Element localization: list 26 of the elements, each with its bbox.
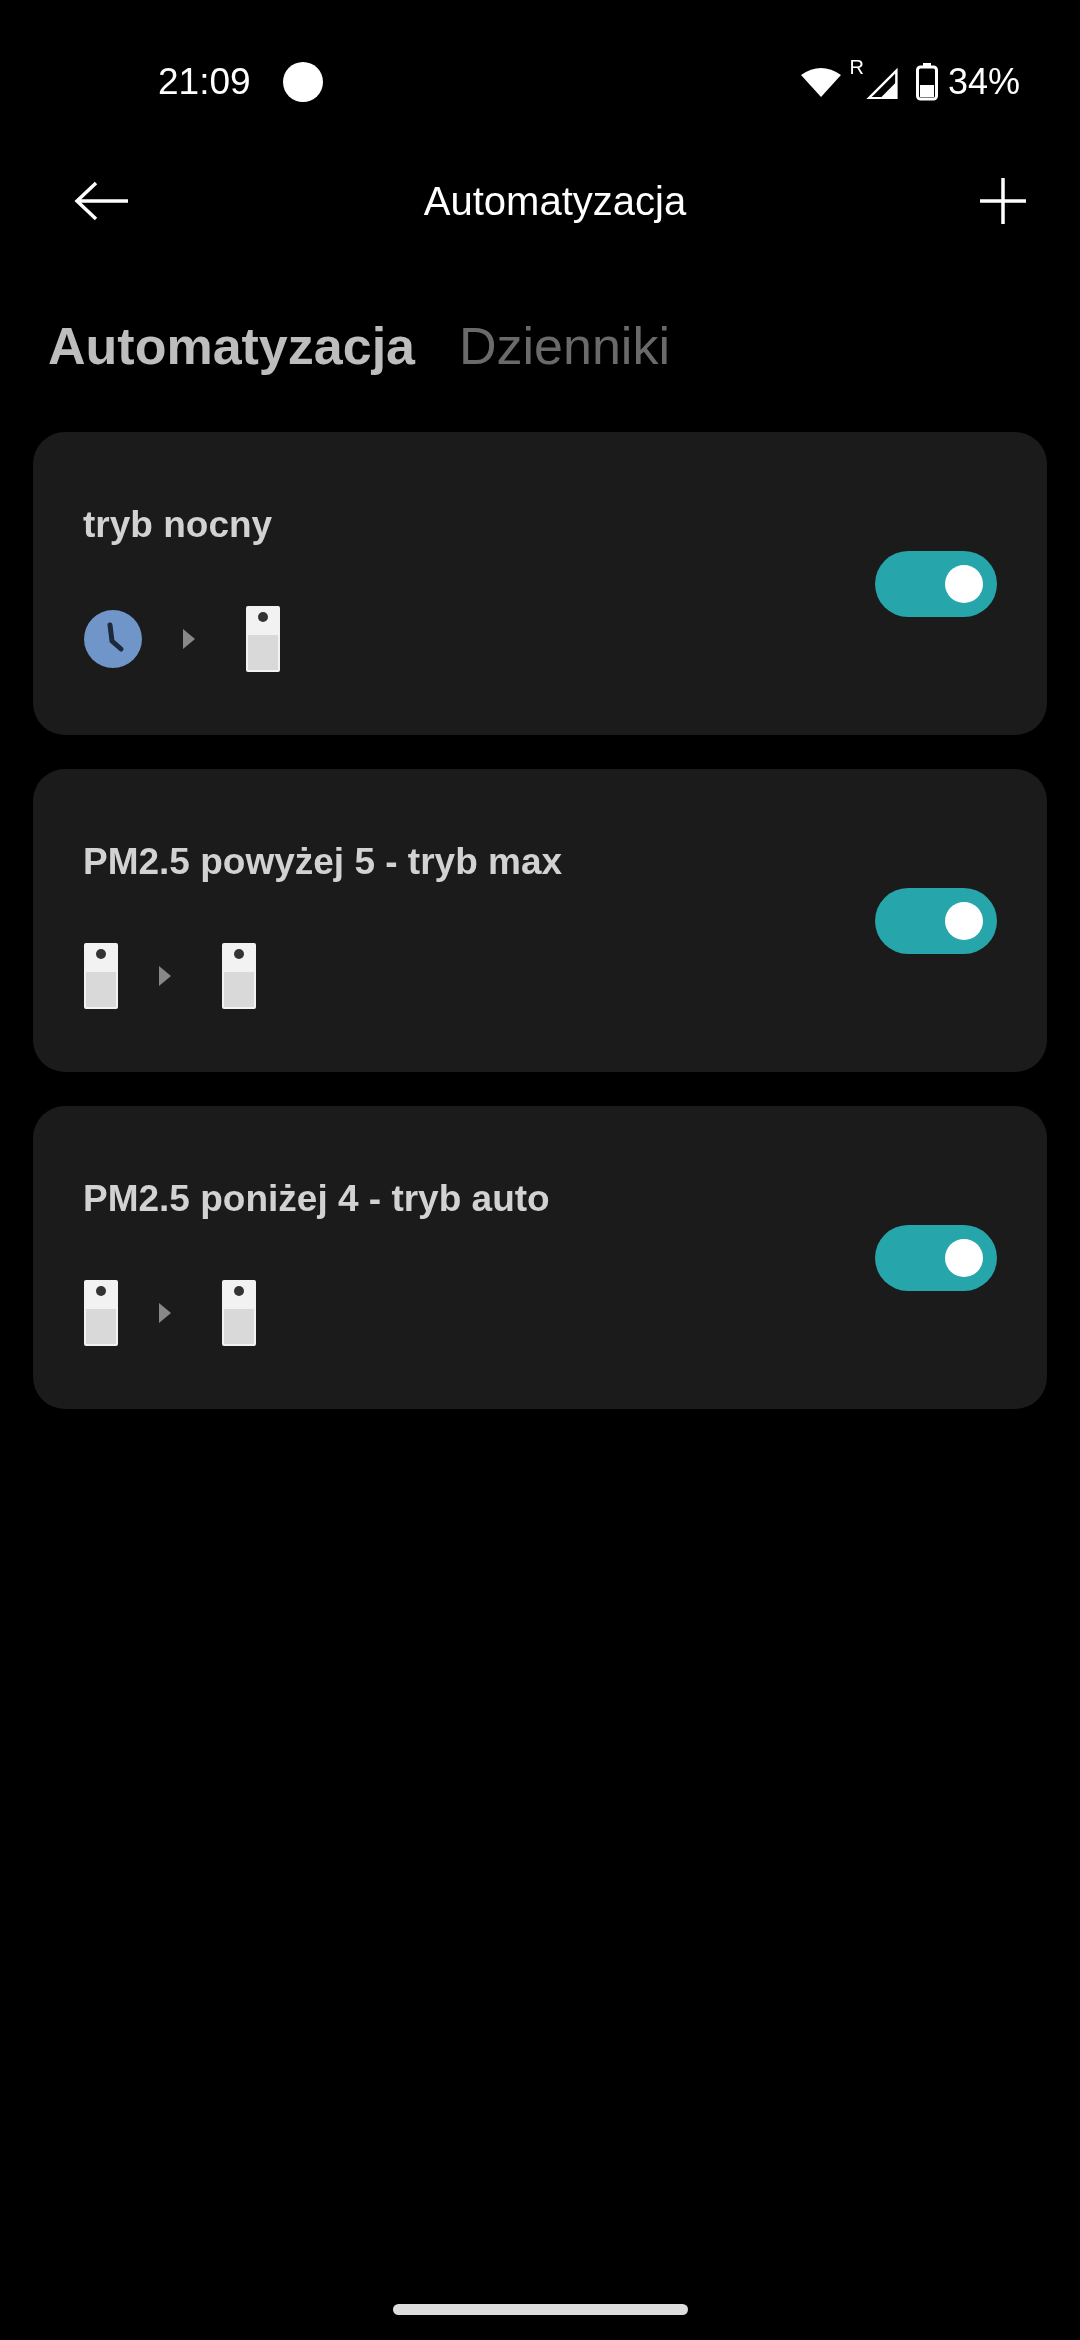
air-purifier-icon (245, 604, 281, 673)
add-icon[interactable] (980, 178, 1026, 224)
battery-icon (915, 63, 938, 101)
automation-name: PM2.5 powyżej 5 - tryb max (83, 840, 564, 883)
back-arrow-icon[interactable] (74, 181, 130, 221)
automation-card[interactable]: PM2.5 powyżej 5 - tryb max (33, 769, 1047, 1072)
air-purifier-icon (221, 1278, 257, 1347)
automation-card[interactable]: PM2.5 poniżej 4 - tryb auto (33, 1106, 1047, 1409)
battery-percentage: 34% (947, 61, 1020, 103)
status-time: 21:09 (158, 61, 251, 103)
roaming-indicator: R (849, 56, 864, 79)
arrow-right-icon (159, 965, 171, 986)
screen-title: Automatyzacja (423, 178, 687, 224)
automation-name: tryb nocny (83, 503, 274, 546)
automation-name: PM2.5 poniżej 4 - tryb auto (83, 1177, 551, 1220)
tab[interactable]: Dzienniki (459, 316, 670, 376)
arrow-right-icon (183, 628, 195, 649)
automation-card[interactable]: tryb nocny (33, 432, 1047, 735)
notification-dot-icon (282, 62, 323, 102)
arrow-right-icon (159, 1302, 171, 1323)
clock-icon (83, 608, 143, 669)
air-purifier-icon (221, 941, 257, 1010)
air-purifier-icon (83, 941, 119, 1010)
air-purifier-icon (83, 1278, 119, 1347)
tab[interactable]: Automatyzacja (48, 316, 415, 376)
wifi-icon (801, 67, 842, 97)
